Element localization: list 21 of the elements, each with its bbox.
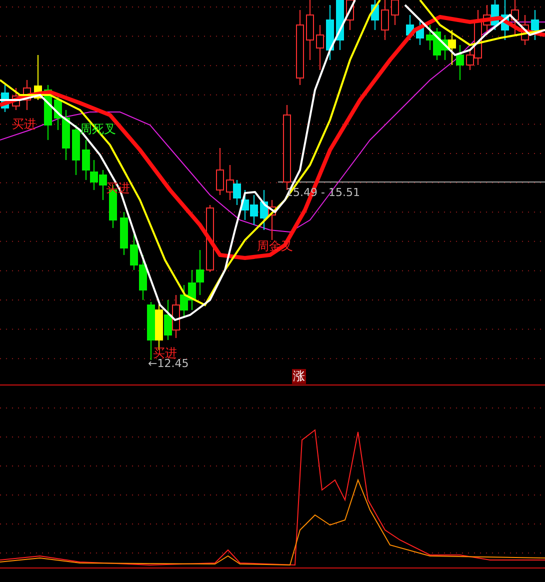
candlestick xyxy=(206,204,214,272)
candlestick xyxy=(34,54,42,100)
candlestick xyxy=(23,80,31,110)
candlestick xyxy=(531,10,539,40)
candlestick xyxy=(72,124,80,176)
candlestick xyxy=(521,14,529,46)
candlestick xyxy=(120,212,128,256)
candlestick xyxy=(44,84,52,140)
price-label: ←12.45 xyxy=(148,357,189,370)
candlestick xyxy=(12,88,20,110)
signal-label: 买进 xyxy=(12,117,36,131)
candlestick xyxy=(336,0,344,50)
candlestick xyxy=(371,0,379,30)
rise-indicator: 涨 xyxy=(292,369,306,384)
candlestick xyxy=(1,84,9,112)
candlestick xyxy=(326,4,334,60)
candlestick xyxy=(316,24,324,70)
candlestick xyxy=(406,14,414,40)
candlestick xyxy=(416,20,424,46)
signal-label: 买进 xyxy=(153,346,177,360)
candlestick xyxy=(216,148,224,196)
